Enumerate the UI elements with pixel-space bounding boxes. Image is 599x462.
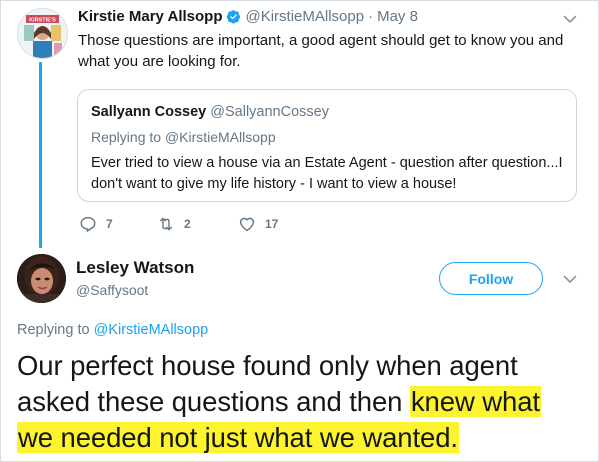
quoted-replying-to: Replying to @KirstieMAllsopp <box>91 129 276 145</box>
retweet-button[interactable]: 2 <box>157 215 191 233</box>
chevron-down-icon[interactable] <box>562 11 578 27</box>
retweet-icon <box>160 217 172 231</box>
chevron-down-icon[interactable] <box>562 271 578 287</box>
lesley-avatar-image <box>17 254 66 303</box>
quoted-author-name: Sallyann Cossey <box>91 104 207 120</box>
tweet2-replying-to: Replying to @KirstieMAllsopp <box>17 322 208 338</box>
tweet2-text-highlight-1: knew what <box>409 386 541 417</box>
retweet-count: 2 <box>184 217 191 231</box>
reply-count: 7 <box>106 217 113 231</box>
quoted-author-handle: @SallyannCossey <box>210 104 329 120</box>
tweet2-author-name[interactable]: Lesley Watson <box>76 258 194 278</box>
like-count: 17 <box>265 217 279 231</box>
thread-connector-line <box>39 62 42 248</box>
quoted-replying-handle: @KirstieMAllsopp <box>164 129 276 145</box>
tweet2-text-highlight-2: we needed not just what we wanted. <box>17 422 459 453</box>
reply-button[interactable]: 7 <box>79 215 113 233</box>
lesley-avatar[interactable] <box>17 254 66 303</box>
quoted-replying-prefix: Replying to <box>91 129 162 145</box>
header-separator: · <box>368 8 374 25</box>
tweet1-author-handle[interactable]: @KirstieMAllsopp <box>245 8 364 25</box>
reply-icon <box>80 216 96 232</box>
quoted-tweet-header: Sallyann Cossey @SallyannCossey <box>91 104 329 120</box>
tweet2-author-handle[interactable]: @Saffysoot <box>76 282 148 298</box>
quoted-tweet[interactable]: Sallyann Cossey @SallyannCossey Replying… <box>77 89 577 202</box>
heart-icon <box>239 217 255 232</box>
kirstie-avatar-image: KIRSTIE'S <box>18 9 67 58</box>
like-button[interactable]: 17 <box>238 215 278 233</box>
tweet2-text: Our perfect house found only when agent … <box>17 348 592 456</box>
tweet1-date[interactable]: May 8 <box>377 8 418 25</box>
tweet1-header: Kirstie Mary Allsopp @KirstieMAllsopp · … <box>78 8 418 25</box>
tweet1-author-name[interactable]: Kirstie Mary Allsopp <box>78 8 222 25</box>
tweet1-text: Those questions are important, a good ag… <box>78 32 564 70</box>
tweet2-replying-handle[interactable]: @KirstieMAllsopp <box>94 322 209 338</box>
quoted-tweet-text: Ever tried to view a house via an Estate… <box>91 155 563 192</box>
kirstie-avatar[interactable]: KIRSTIE'S <box>17 8 68 59</box>
svg-text:KIRSTIE'S: KIRSTIE'S <box>29 18 56 24</box>
tweet2-replying-prefix: Replying to <box>17 322 90 338</box>
verified-badge-icon <box>226 9 241 24</box>
follow-button[interactable]: Follow <box>439 262 543 295</box>
